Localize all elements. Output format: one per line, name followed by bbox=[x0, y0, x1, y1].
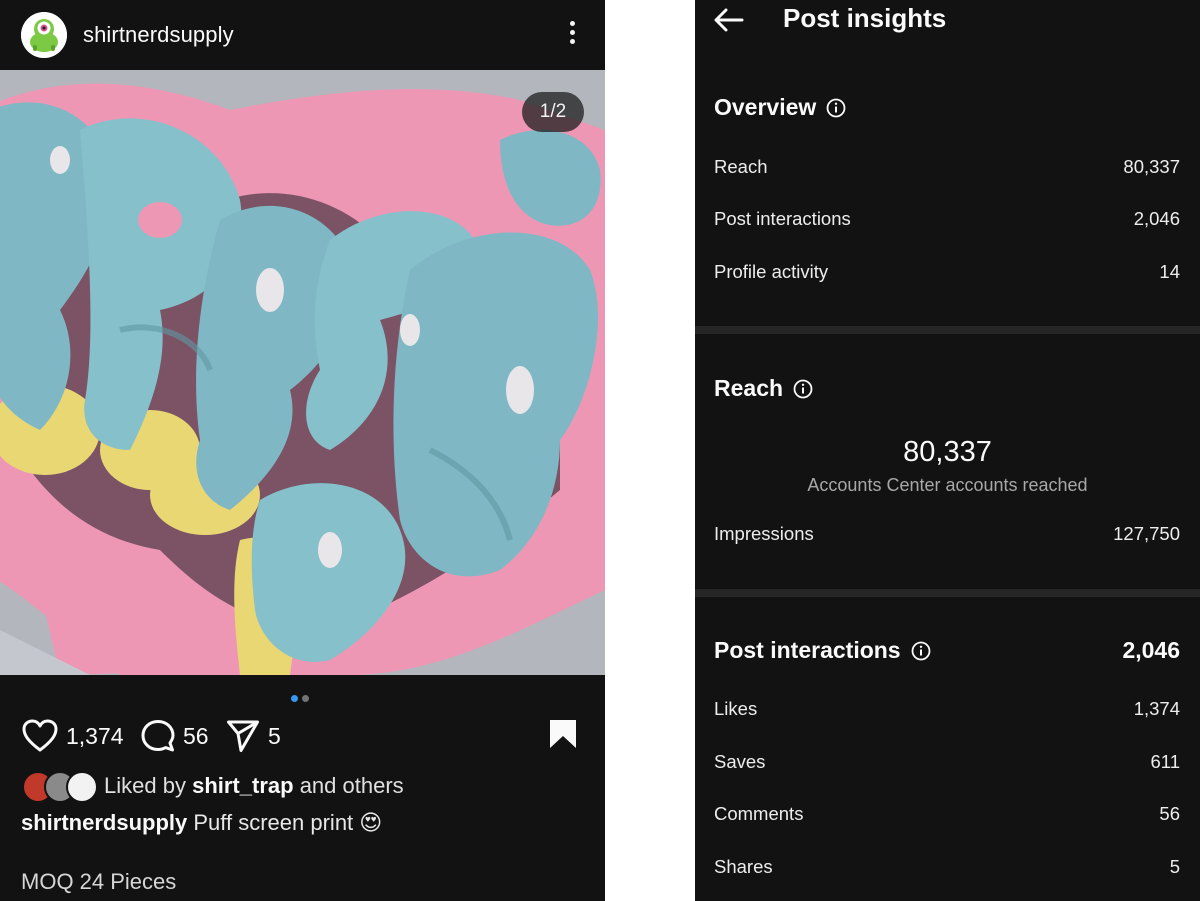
post-header: shirtnerdsupply bbox=[0, 0, 605, 70]
overview-row-profile-activity[interactable]: Profile activity 14 bbox=[714, 261, 1180, 291]
carousel-dot-active bbox=[291, 695, 298, 702]
reach-title: Reach bbox=[714, 375, 784, 401]
row-value: 611 bbox=[1150, 751, 1181, 772]
info-icon[interactable] bbox=[793, 379, 813, 399]
info-icon[interactable] bbox=[911, 641, 931, 661]
overview-heading: Overview bbox=[714, 94, 846, 121]
overview-row-post-interactions[interactable]: Post interactions 2,046 bbox=[714, 208, 1180, 238]
interactions-row-saves[interactable]: Saves 611 bbox=[714, 751, 1180, 781]
section-divider bbox=[695, 326, 1200, 334]
overview-row-reach[interactable]: Reach 80,337 bbox=[714, 156, 1180, 186]
profile-avatar[interactable] bbox=[21, 12, 67, 58]
row-label: Saves bbox=[714, 751, 766, 772]
post-panel: shirtnerdsupply 1/2 1,374 56 5 Liked by … bbox=[0, 0, 605, 901]
caption-line-2: MOQ 24 Pieces bbox=[21, 869, 177, 894]
carousel-counter: 1/2 bbox=[522, 92, 584, 132]
row-value: 80,337 bbox=[1123, 156, 1180, 177]
insights-panel: Post insights Overview Reach 80,337 Post… bbox=[695, 0, 1200, 901]
heart-eyes-emoji: 😍 bbox=[359, 810, 383, 835]
row-label: Profile activity bbox=[714, 261, 829, 282]
reach-heading: Reach bbox=[714, 375, 813, 402]
section-divider bbox=[695, 589, 1200, 597]
back-arrow-icon bbox=[714, 8, 744, 32]
send-icon bbox=[227, 720, 259, 752]
liker-avatar[interactable] bbox=[66, 771, 98, 803]
row-value: 56 bbox=[1159, 803, 1180, 824]
reach-row-impressions[interactable]: Impressions 127,750 bbox=[714, 523, 1180, 553]
liked-by-row: Liked by shirt_trap and others bbox=[22, 771, 582, 803]
row-value: 5 bbox=[1169, 856, 1180, 877]
interactions-row-likes[interactable]: Likes 1,374 bbox=[714, 698, 1180, 728]
interactions-row-shares[interactable]: Shares 5 bbox=[714, 856, 1180, 886]
row-label: Likes bbox=[714, 698, 758, 719]
page-title: Post insights bbox=[783, 3, 947, 33]
insights-header: Post insights bbox=[695, 0, 1200, 70]
interactions-heading: Post interactions bbox=[714, 637, 931, 664]
like-count: 1,374 bbox=[66, 722, 124, 749]
carousel-dot bbox=[302, 695, 309, 702]
info-icon[interactable] bbox=[826, 98, 846, 118]
share-button[interactable]: 5 bbox=[226, 712, 281, 760]
liked-by-user[interactable]: shirt_trap bbox=[192, 773, 293, 798]
puff-print-photo bbox=[0, 70, 605, 675]
comment-count: 56 bbox=[183, 722, 209, 749]
liked-by-suffix[interactable]: and others bbox=[300, 773, 404, 798]
row-label: Impressions bbox=[714, 523, 814, 544]
row-value: 2,046 bbox=[1133, 208, 1180, 229]
carousel-dots bbox=[291, 689, 313, 707]
heart-icon bbox=[22, 719, 58, 752]
row-value: 1,374 bbox=[1133, 698, 1180, 719]
caption-username[interactable]: shirtnerdsupply bbox=[21, 810, 187, 835]
reach-caption: Accounts Center accounts reached bbox=[807, 475, 1088, 495]
row-value: 14 bbox=[1159, 261, 1180, 282]
row-label: Comments bbox=[714, 803, 804, 824]
like-button[interactable]: 1,374 bbox=[22, 712, 124, 760]
reach-total: 80,337 bbox=[903, 436, 992, 468]
save-button[interactable] bbox=[549, 719, 577, 754]
row-label: Shares bbox=[714, 856, 773, 877]
post-actions: 1,374 56 5 bbox=[0, 712, 605, 760]
more-options-button[interactable] bbox=[560, 18, 584, 50]
overview-title: Overview bbox=[714, 94, 817, 120]
monster-avatar-icon bbox=[21, 12, 67, 58]
comment-button[interactable]: 56 bbox=[141, 712, 209, 760]
liked-by-text[interactable]: Liked by shirt_trap and others bbox=[104, 773, 404, 799]
row-value: 127,750 bbox=[1113, 523, 1180, 544]
post-username[interactable]: shirtnerdsupply bbox=[83, 22, 234, 48]
post-caption: shirtnerdsupply Puff screen print 😍 bbox=[21, 810, 382, 836]
share-count: 5 bbox=[268, 722, 281, 749]
row-label: Post interactions bbox=[714, 208, 851, 229]
liked-by-prefix: Liked by bbox=[104, 773, 186, 798]
bookmark-icon bbox=[550, 720, 576, 748]
back-button[interactable] bbox=[713, 6, 745, 34]
caption-text: Puff screen print bbox=[193, 810, 354, 835]
comment-icon bbox=[141, 720, 175, 752]
interactions-row-comments[interactable]: Comments 56 bbox=[714, 803, 1180, 833]
post-image[interactable] bbox=[0, 70, 605, 675]
interactions-total: 2,046 bbox=[1122, 637, 1180, 663]
row-label: Reach bbox=[714, 156, 768, 177]
interactions-title: Post interactions bbox=[714, 637, 901, 663]
more-icon bbox=[560, 21, 584, 44]
